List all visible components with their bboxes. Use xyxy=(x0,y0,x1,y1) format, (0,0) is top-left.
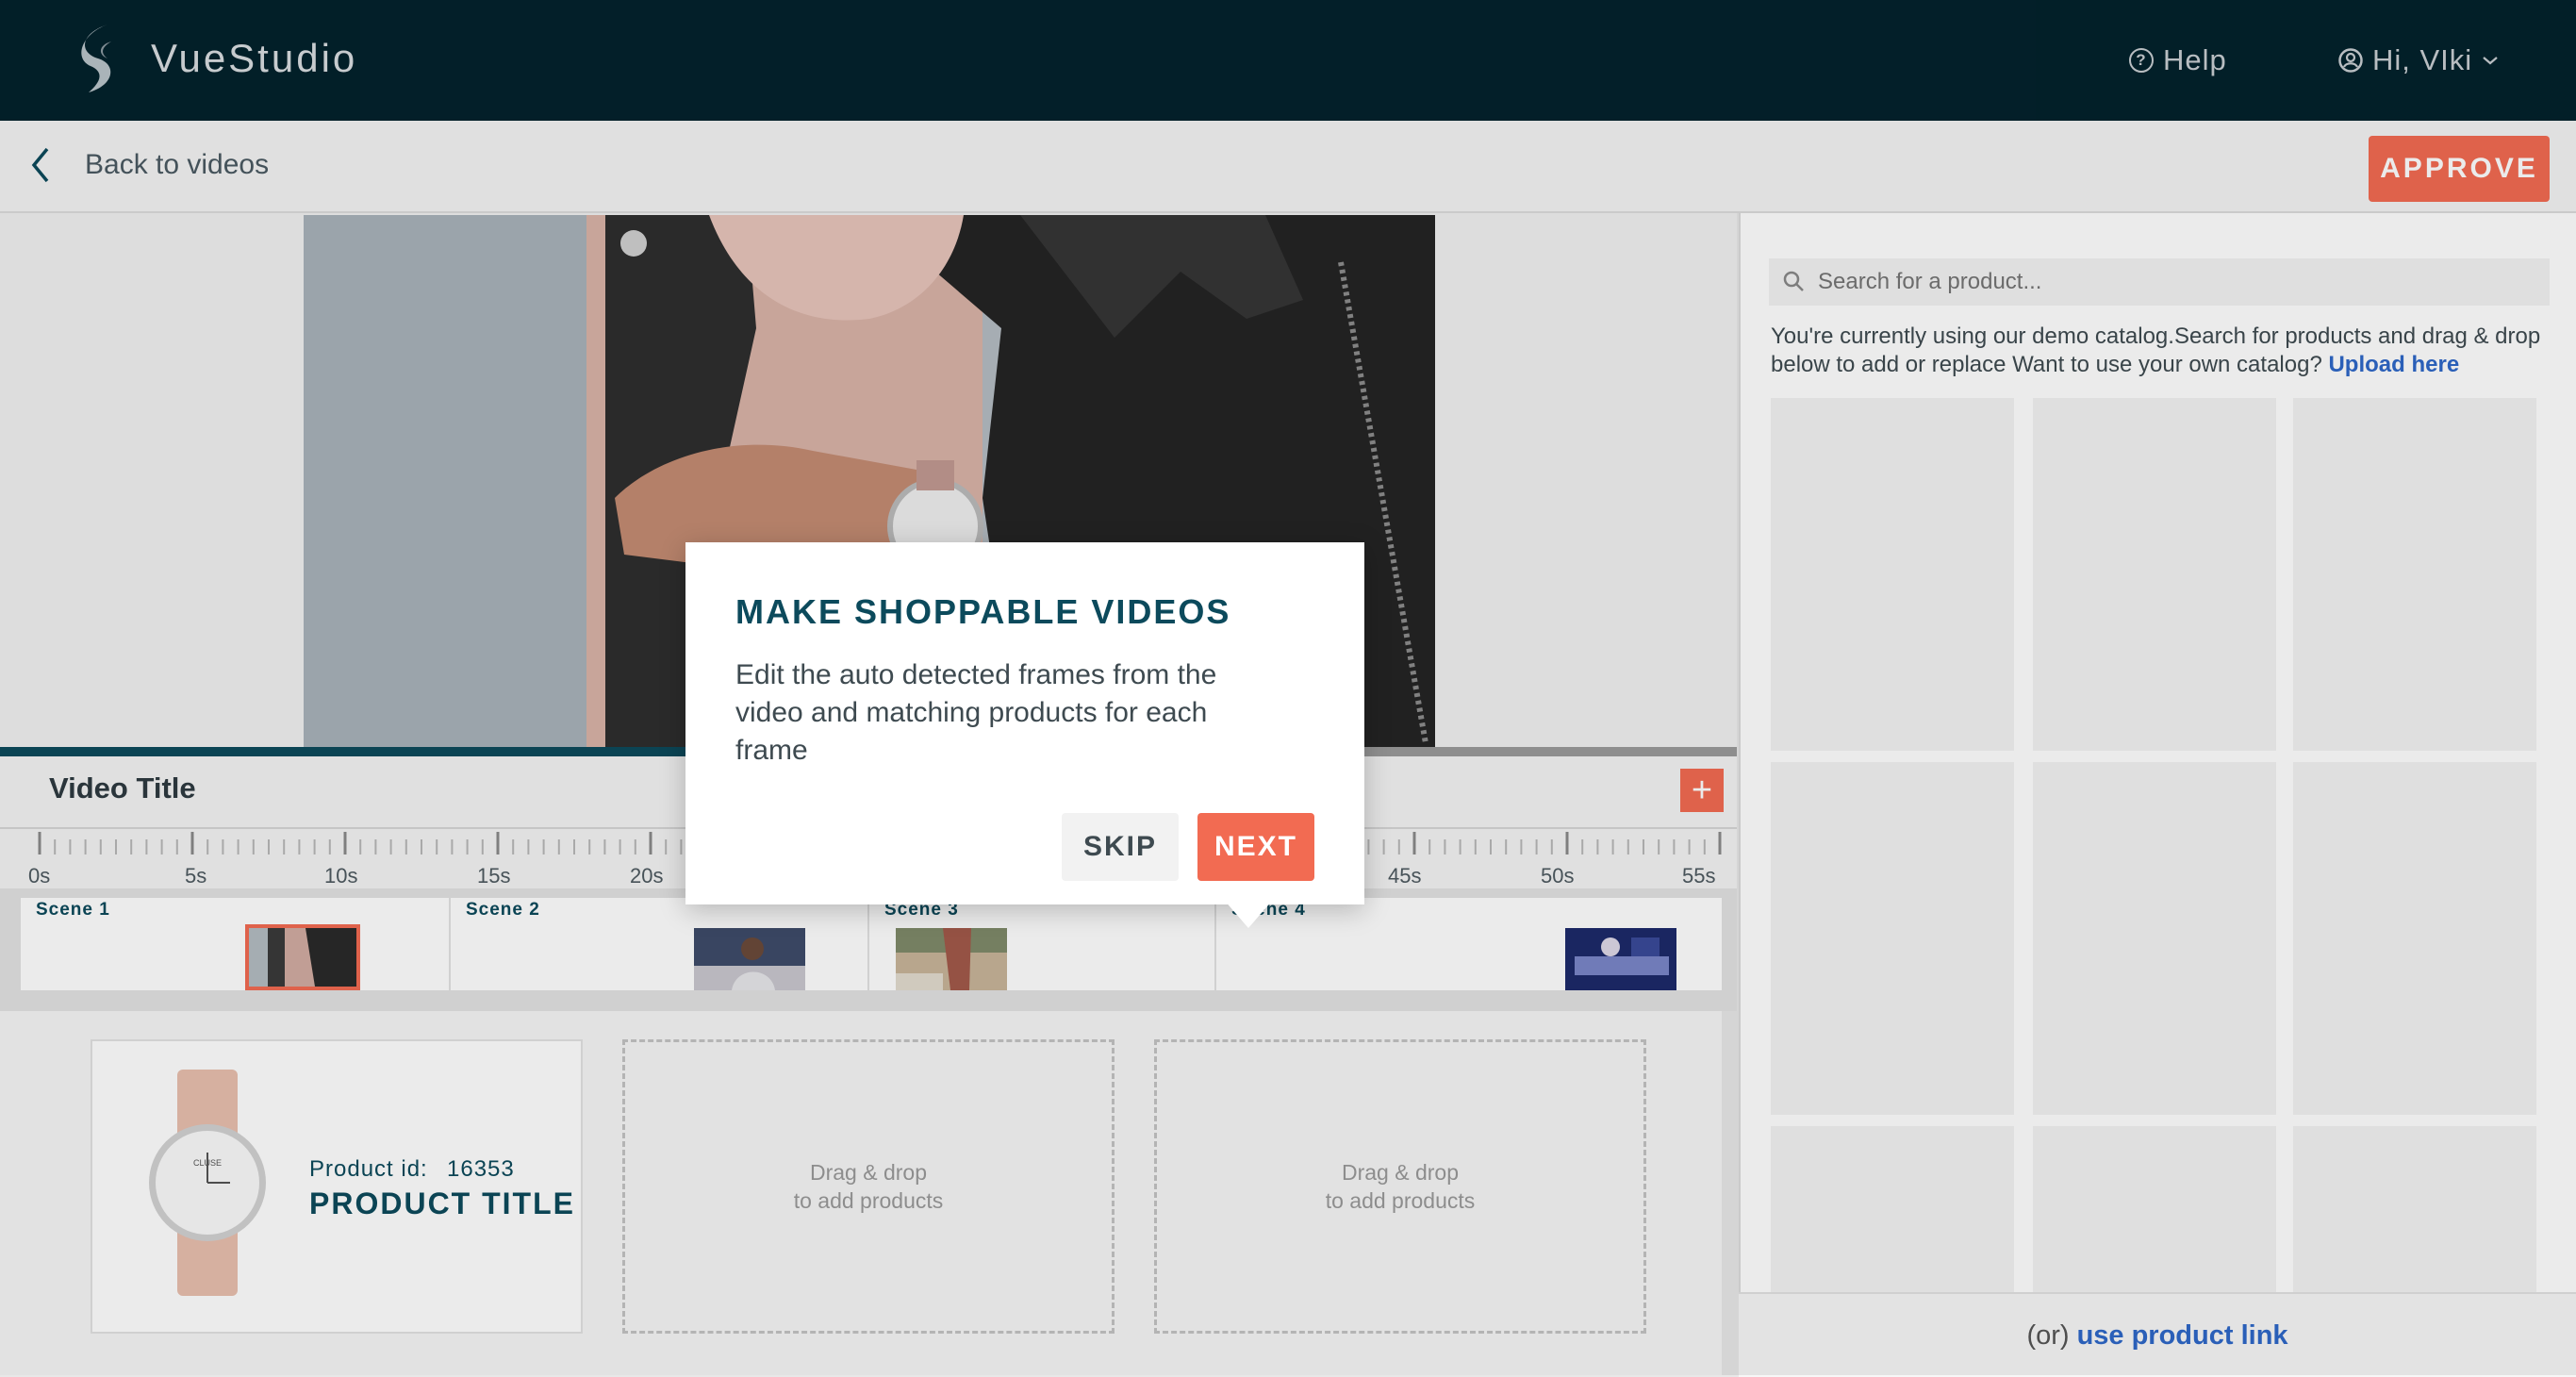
approve-button[interactable]: APPROVE xyxy=(2369,136,2550,202)
back-to-videos-link[interactable]: Back to videos xyxy=(85,149,269,181)
add-scene-button[interactable]: + xyxy=(1680,769,1724,812)
video-progress-fill xyxy=(0,747,698,756)
scene-thumbnail[interactable] xyxy=(694,928,805,990)
catalog-tile[interactable] xyxy=(2033,1126,2276,1292)
scene-thumbnail[interactable] xyxy=(896,928,1007,990)
chevron-down-icon xyxy=(2483,57,2498,65)
tick-label: 50s xyxy=(1541,864,1575,888)
catalog-tile[interactable] xyxy=(2293,762,2536,1115)
catalog-tile[interactable] xyxy=(2293,1126,2536,1292)
help-label: Help xyxy=(2163,43,2227,76)
catalog-tile[interactable] xyxy=(2033,762,2276,1115)
dropzone-text: to add products xyxy=(1325,1188,1476,1213)
user-greeting: Hi, VIki xyxy=(2372,43,2473,76)
scene-label: Scene 2 xyxy=(466,900,540,920)
tick-label: 45s xyxy=(1388,864,1422,888)
user-menu[interactable]: Hi, VIki xyxy=(2338,43,2499,77)
product-id-label: Product id: xyxy=(309,1156,428,1182)
search-icon xyxy=(1783,271,1804,291)
thumbnail-image xyxy=(694,928,805,990)
or-prefix: (or) xyxy=(2026,1319,2070,1351)
catalog-tile[interactable] xyxy=(2033,398,2276,751)
back-arrow-icon[interactable] xyxy=(26,141,55,189)
product-dropzone[interactable]: Drag & drop to add products xyxy=(1154,1039,1646,1334)
product-dropzone[interactable]: Drag & drop to add products xyxy=(622,1039,1115,1334)
tick-label: 0s xyxy=(28,864,51,888)
next-button[interactable]: NEXT xyxy=(1197,813,1314,881)
user-icon xyxy=(2338,48,2363,73)
brand-name: VueStudio xyxy=(151,36,358,80)
tick-label: 15s xyxy=(477,864,511,888)
product-search-input[interactable] xyxy=(1769,258,2550,306)
popover-body: Edit the auto detected frames from the v… xyxy=(735,659,1217,766)
sub-bar xyxy=(0,121,2576,213)
catalog-tile[interactable] xyxy=(1771,762,2014,1115)
scene-thumbnail[interactable] xyxy=(1565,928,1676,990)
tick-label: 20s xyxy=(630,864,664,888)
tick-label: 5s xyxy=(185,864,207,888)
thumbnail-image xyxy=(1565,928,1676,990)
scene-thumbnail-selected[interactable] xyxy=(245,924,360,990)
catalog-tile[interactable] xyxy=(2293,398,2536,751)
catalog-tile[interactable] xyxy=(1771,398,2014,751)
scene-label: Scene 1 xyxy=(36,900,110,920)
thumbnail-image xyxy=(249,928,356,987)
help-icon: ? xyxy=(2129,48,2154,73)
popover-title: MAKE SHOPPABLE VIDEOS xyxy=(735,592,1231,631)
skip-button[interactable]: SKIP xyxy=(1062,813,1179,881)
catalog-note: You're currently using our demo catalog.… xyxy=(1771,323,2553,379)
use-product-link[interactable]: use product link xyxy=(2077,1320,2288,1352)
dropzone-text: Drag & drop xyxy=(1341,1160,1459,1185)
catalog-tile[interactable] xyxy=(1771,1126,2014,1292)
help-link[interactable]: ? Help xyxy=(2129,43,2227,77)
product-id-value: 16353 xyxy=(447,1156,515,1182)
tick-label: 10s xyxy=(324,864,358,888)
upload-catalog-link[interactable]: Upload here xyxy=(2328,352,2459,377)
thumbnail-image xyxy=(896,928,1007,990)
scene-1[interactable]: Scene 1 xyxy=(21,898,451,990)
scene-2[interactable]: Scene 2 xyxy=(451,898,869,990)
product-image: CLUSE xyxy=(149,1070,266,1296)
product-title: PRODUCT TITLE xyxy=(309,1186,575,1220)
dropzone-text: Drag & drop xyxy=(809,1160,927,1185)
video-title[interactable]: Video Title xyxy=(49,771,196,805)
tick-label: 55s xyxy=(1682,864,1716,888)
dropzone-text: to add products xyxy=(793,1188,944,1213)
watch-brand-text: CLUSE xyxy=(193,1158,222,1168)
logo-icon[interactable] xyxy=(70,21,130,96)
product-link-bar: (or) use product link xyxy=(1739,1292,2576,1377)
popover-caret xyxy=(1224,900,1273,928)
